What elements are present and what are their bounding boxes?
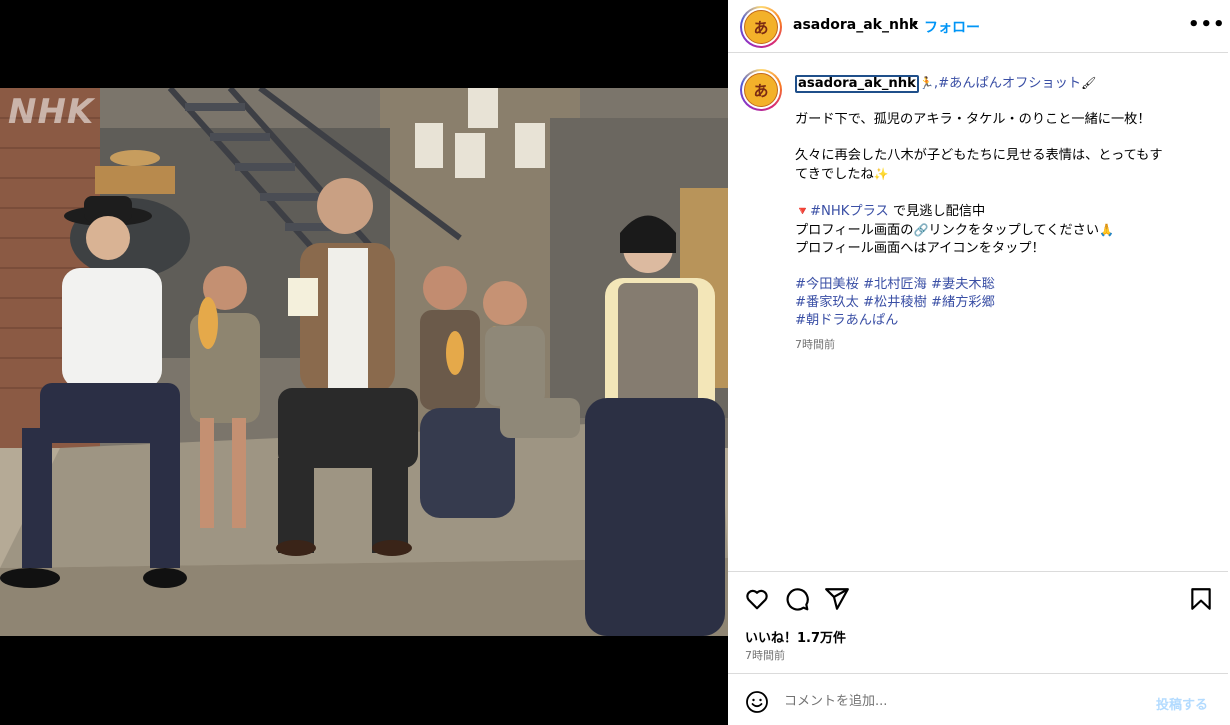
post-header: あ asadora_ak_nhk • フォロー ••• bbox=[728, 0, 1228, 53]
runner-icon: 🏃 bbox=[918, 76, 934, 90]
link-icon: 🔗 bbox=[913, 223, 929, 237]
post-side-panel: あ asadora_ak_nhk • フォロー ••• あ asadora_ak… bbox=[728, 0, 1230, 725]
hashtags-row[interactable]: #番家玖太 #松井稜樹 #緒方彩郷 bbox=[795, 294, 1195, 312]
emoji-smile-icon[interactable] bbox=[745, 690, 769, 714]
profile-avatar[interactable]: あ bbox=[740, 6, 782, 48]
caption-line: プロフィール画面へはアイコンをタップ！ bbox=[795, 241, 1045, 256]
comment-input[interactable] bbox=[784, 688, 1134, 714]
comment-bar: 投稿する bbox=[728, 673, 1228, 725]
red-triangle-icon: 🔻 bbox=[795, 204, 810, 218]
caption-line: ガード下で、孤児のアキラ・タケル・のりこと一緒に一枚！ bbox=[795, 112, 1151, 127]
likes-count[interactable]: いいね！1.7万件 bbox=[745, 627, 846, 646]
like-heart-icon[interactable] bbox=[744, 586, 770, 612]
comment-bubble-icon[interactable] bbox=[784, 586, 810, 612]
share-send-icon[interactable] bbox=[824, 586, 850, 612]
caption-username[interactable]: asadora_ak_nhk bbox=[795, 75, 919, 93]
sparkles-icon: ✨ bbox=[873, 167, 889, 181]
header-username[interactable]: asadora_ak_nhk bbox=[793, 17, 918, 33]
action-bar: いいね！1.7万件 7時間前 bbox=[728, 571, 1228, 671]
post-photo[interactable] bbox=[0, 88, 728, 636]
hashtags-row[interactable]: #今田美桜 #北村匠海 #妻夫木聡 bbox=[795, 276, 1195, 294]
anpan-logo-icon: あ bbox=[744, 10, 778, 44]
photo-illustration bbox=[0, 88, 728, 636]
paintbrush-icon: 🖌 bbox=[1081, 76, 1097, 90]
caption-timestamp: 7時間前 bbox=[795, 338, 835, 351]
caption-line: てきでしたね bbox=[795, 167, 874, 182]
caption-avatar[interactable]: あ bbox=[740, 69, 782, 111]
caption-line: 久々に再会した八木が子どもたちに見せる表情は、とってもす bbox=[795, 148, 1163, 163]
hashtags-row[interactable]: #朝ドラあんぱん bbox=[795, 312, 1195, 330]
pray-icon: 🙏 bbox=[1099, 223, 1114, 237]
hashtag-offshot[interactable]: ,#あんぱんオフショット bbox=[934, 76, 1081, 91]
post-comment-button[interactable]: 投稿する bbox=[1156, 694, 1208, 713]
anpan-logo-icon: あ bbox=[744, 73, 778, 107]
caption-area: あ asadora_ak_nhk 🏃,#あんぱんオフショット🖌 ガード下で、孤児の… bbox=[728, 54, 1228, 571]
hashtag-nhkplus[interactable]: #NHKプラス bbox=[810, 204, 889, 219]
post-timestamp: 7時間前 bbox=[745, 649, 785, 662]
bookmark-save-icon[interactable] bbox=[1188, 586, 1214, 612]
follow-button[interactable]: フォロー bbox=[924, 17, 980, 37]
caption-text: asadora_ak_nhk 🏃,#あんぱんオフショット🖌 ガード下で、孤児のアキ… bbox=[795, 74, 1195, 354]
post-media: NHK bbox=[0, 0, 728, 725]
separator-dot: • bbox=[911, 16, 920, 32]
instagram-post-modal: NHK あ asadora_ak_nhk • フォロー ••• あ asador… bbox=[0, 0, 1230, 725]
nhk-watermark: NHK bbox=[8, 92, 95, 132]
more-options-icon[interactable]: ••• bbox=[1188, 14, 1226, 35]
